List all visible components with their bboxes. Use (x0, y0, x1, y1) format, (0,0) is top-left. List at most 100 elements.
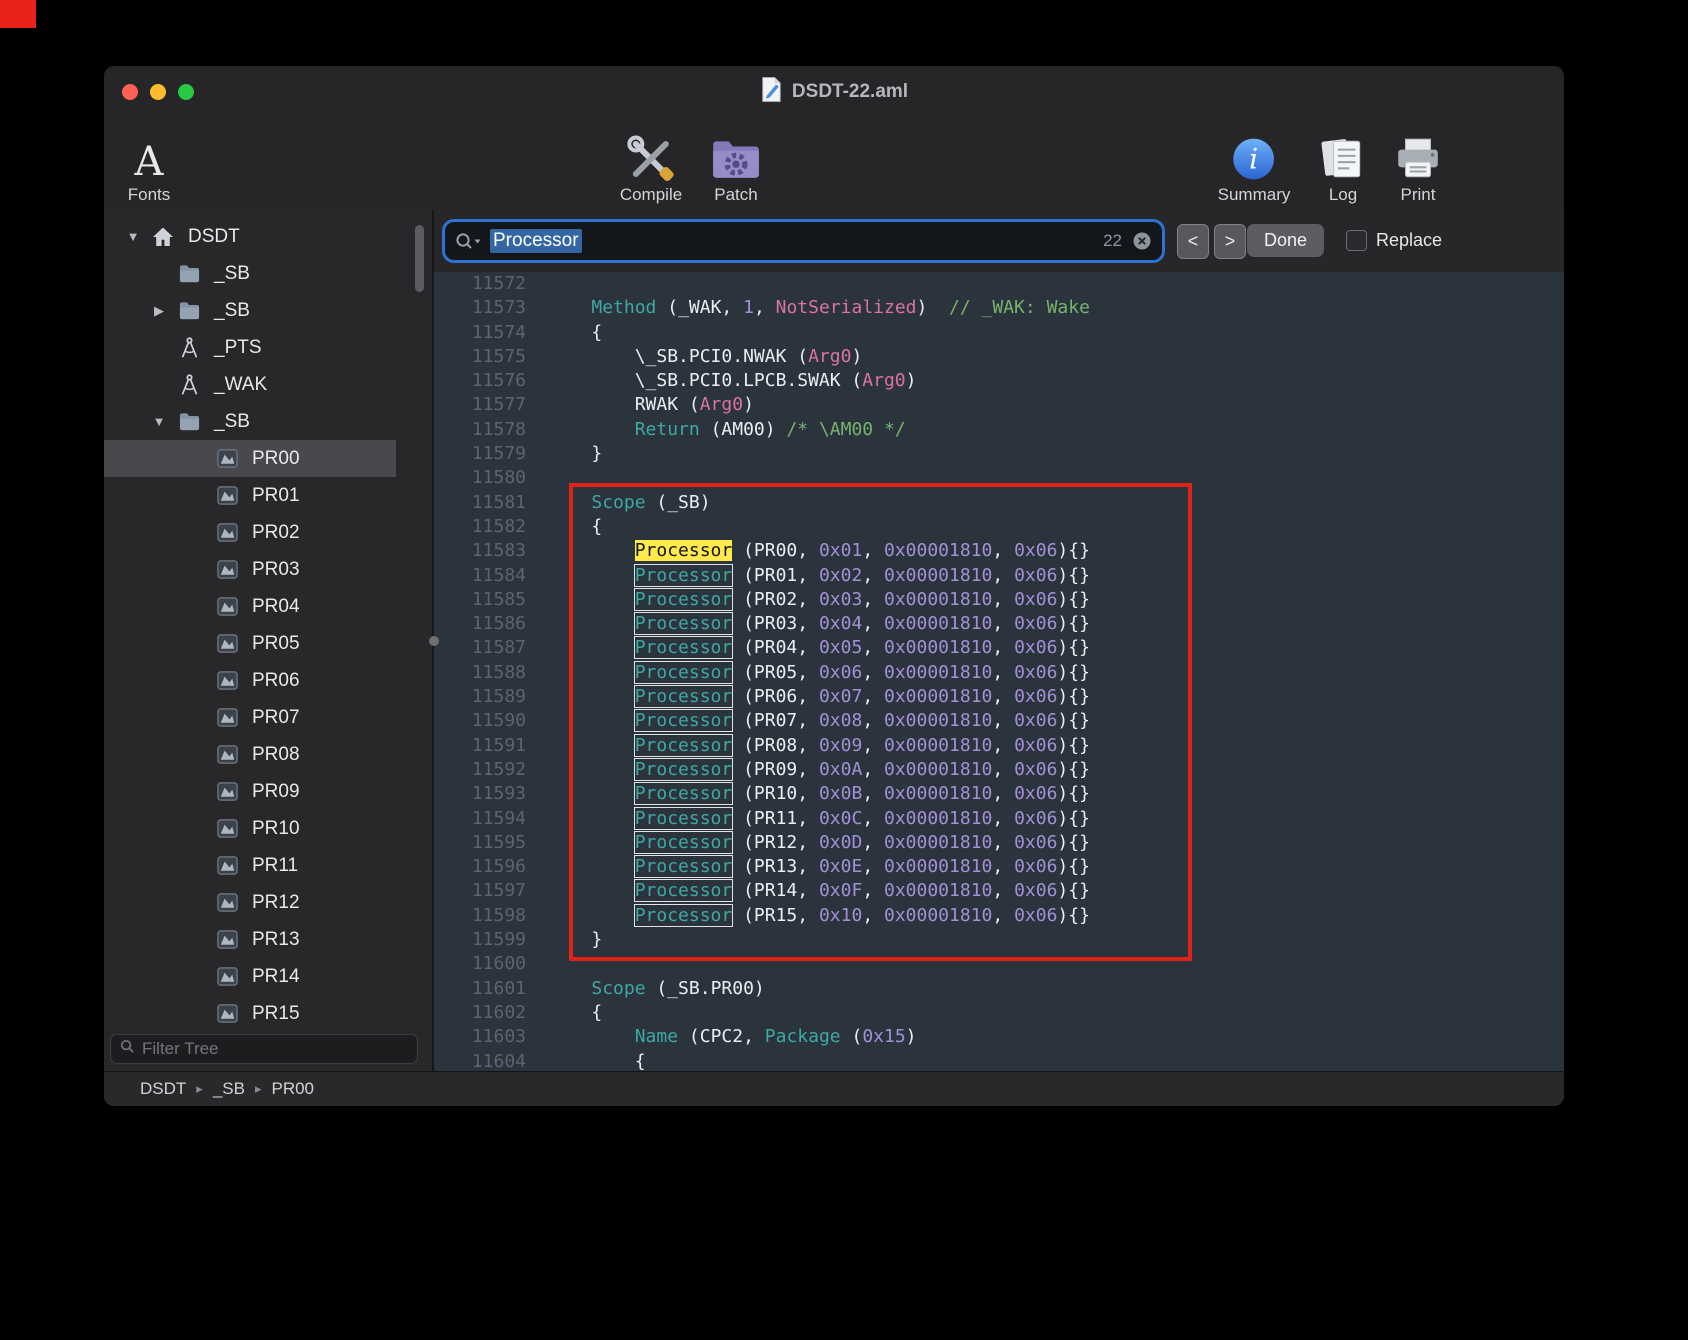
sidebar-tree: ▼DSDT_SB▶_SB_PTS _WAK ▼_SBPR00PR01PR02PR03… (104, 218, 396, 1032)
line-number: 11590 (434, 709, 534, 733)
compile-label: Compile (620, 185, 682, 205)
line-number: 11579 (434, 442, 534, 466)
breadcrumb-item[interactable]: _SB (213, 1079, 245, 1099)
breadcrumb-item[interactable]: PR00 (271, 1079, 314, 1099)
sidebar-item-pr11[interactable]: PR11 (104, 847, 396, 884)
sidebar-item-pr03[interactable]: PR03 (104, 551, 396, 588)
line-number: 11602 (434, 1001, 534, 1025)
search-match: Processor (635, 808, 733, 829)
method-icon (172, 373, 206, 396)
code-line: 11593 Processor (PR10, 0x0B, 0x00001810,… (434, 782, 1564, 806)
print-button[interactable]: Print (1393, 124, 1443, 205)
patch-label: Patch (714, 185, 757, 205)
folder-icon (172, 411, 206, 432)
disclosure-closed-icon[interactable]: ▶ (146, 303, 172, 319)
line-number: 11595 (434, 831, 534, 855)
sidebar-item-pr13[interactable]: PR13 (104, 921, 396, 958)
search-match: Processor (635, 735, 733, 756)
title-bar: DSDT-22.aml (104, 66, 1564, 118)
sidebar-item-pr14[interactable]: PR14 (104, 958, 396, 995)
code-line: 11574 { (434, 321, 1564, 345)
search-match: Processor (635, 856, 733, 877)
search-match: Processor (635, 686, 733, 707)
code-line: 11589 Processor (PR06, 0x07, 0x00001810,… (434, 685, 1564, 709)
scope-icon (210, 669, 244, 692)
disclosure-open-icon[interactable]: ▼ (120, 229, 146, 244)
patch-button[interactable]: Patch (709, 124, 763, 205)
code-line: 11575 \_SB.PCI0.NWAK (Arg0) (434, 345, 1564, 369)
sidebar-item-pr08[interactable]: PR08 (104, 736, 396, 773)
breadcrumb-item[interactable]: DSDT (140, 1079, 186, 1099)
breadcrumb: DSDT▸_SB▸PR00 (104, 1071, 1564, 1106)
sidebar-item-pr06[interactable]: PR06 (104, 662, 396, 699)
sidebar-item-_wak[interactable]: _WAK (104, 366, 396, 403)
sidebar-item-pr09[interactable]: PR09 (104, 773, 396, 810)
scope-icon (210, 817, 244, 840)
sidebar-item-_pts[interactable]: _PTS (104, 329, 396, 366)
fonts-label: Fonts (128, 185, 171, 205)
sidebar-item-dsdt[interactable]: ▼DSDT (104, 218, 396, 255)
sidebar-item-pr15[interactable]: PR15 (104, 995, 396, 1032)
sidebar-item-pr01[interactable]: PR01 (104, 477, 396, 514)
method-icon (172, 336, 206, 359)
next-match-button[interactable]: > (1214, 224, 1246, 259)
done-button[interactable]: Done (1247, 224, 1324, 257)
sidebar-item-pr00[interactable]: PR00 (104, 440, 396, 477)
search-match: Processor (635, 662, 733, 683)
scope-icon (210, 854, 244, 877)
line-number: 11601 (434, 977, 534, 1001)
search-icon (455, 232, 482, 250)
code-line: 11597 Processor (PR14, 0x0F, 0x00001810,… (434, 879, 1564, 903)
replace-checkbox[interactable] (1346, 230, 1367, 251)
content-area: ▼DSDT_SB▶_SB_PTS _WAK ▼_SBPR00PR01PR02PR03… (104, 210, 1564, 1072)
fonts-button[interactable]: A Fonts (128, 124, 171, 205)
line-number: 11600 (434, 952, 534, 976)
sidebar-item-label: PR08 (252, 744, 300, 766)
line-number: 11575 (434, 345, 534, 369)
line-number: 11591 (434, 734, 534, 758)
scope-icon (210, 891, 244, 914)
sidebar-item-pr04[interactable]: PR04 (104, 588, 396, 625)
sidebar-item-_sb[interactable]: ▼_SB (104, 403, 396, 440)
disclosure-open-icon[interactable]: ▼ (146, 414, 172, 429)
scope-icon (210, 928, 244, 951)
sidebar-item-pr05[interactable]: PR05 (104, 625, 396, 662)
sidebar-item-_sb[interactable]: _SB (104, 255, 396, 292)
code-line: 11590 Processor (PR07, 0x08, 0x00001810,… (434, 709, 1564, 733)
scope-icon (210, 1002, 244, 1025)
splitter-handle[interactable] (429, 636, 439, 646)
sidebar-item-label: _WAK (214, 374, 267, 396)
window-title: DSDT-22.aml (792, 81, 908, 103)
search-match-current: Processor (635, 540, 733, 561)
sidebar-item-pr02[interactable]: PR02 (104, 514, 396, 551)
filter-tree-input[interactable]: Filter Tree (110, 1034, 418, 1064)
previous-match-button[interactable]: < (1177, 224, 1209, 259)
sidebar-scrollbar-thumb[interactable] (415, 225, 424, 292)
code-line: 11572 (434, 272, 1564, 296)
screen-corner-red-indicator (0, 0, 36, 28)
compile-button[interactable]: Compile (620, 124, 682, 205)
code-line: 11586 Processor (PR03, 0x04, 0x00001810,… (434, 612, 1564, 636)
code-line: 11588 Processor (PR05, 0x06, 0x00001810,… (434, 661, 1564, 685)
code-line: 11583 Processor (PR00, 0x01, 0x00001810,… (434, 539, 1564, 563)
search-input[interactable]: Processor 22 (445, 222, 1162, 260)
sidebar-item-pr10[interactable]: PR10 (104, 810, 396, 847)
summary-label: Summary (1218, 185, 1291, 205)
sidebar-item-_sb[interactable]: ▶_SB (104, 292, 396, 329)
line-number: 11574 (434, 321, 534, 345)
sidebar-item-label: PR10 (252, 818, 300, 840)
sidebar-item-pr07[interactable]: PR07 (104, 699, 396, 736)
log-button[interactable]: Log (1318, 124, 1368, 205)
sidebar-item-pr12[interactable]: PR12 (104, 884, 396, 921)
code-editor[interactable]: 1157211573 Method (_WAK, 1, NotSerialize… (434, 272, 1564, 1072)
search-match-count: 22 (1103, 231, 1122, 251)
code-line: 11584 Processor (PR01, 0x02, 0x00001810,… (434, 564, 1564, 588)
clear-search-icon[interactable] (1132, 231, 1152, 251)
code-line: 11587 Processor (PR04, 0x05, 0x00001810,… (434, 636, 1564, 660)
sidebar-item-label: PR14 (252, 966, 300, 988)
line-number: 11599 (434, 928, 534, 952)
sidebar-item-label: PR05 (252, 633, 300, 655)
line-number: 11594 (434, 807, 534, 831)
summary-button[interactable]: i Summary (1218, 124, 1291, 205)
scope-icon (210, 595, 244, 618)
